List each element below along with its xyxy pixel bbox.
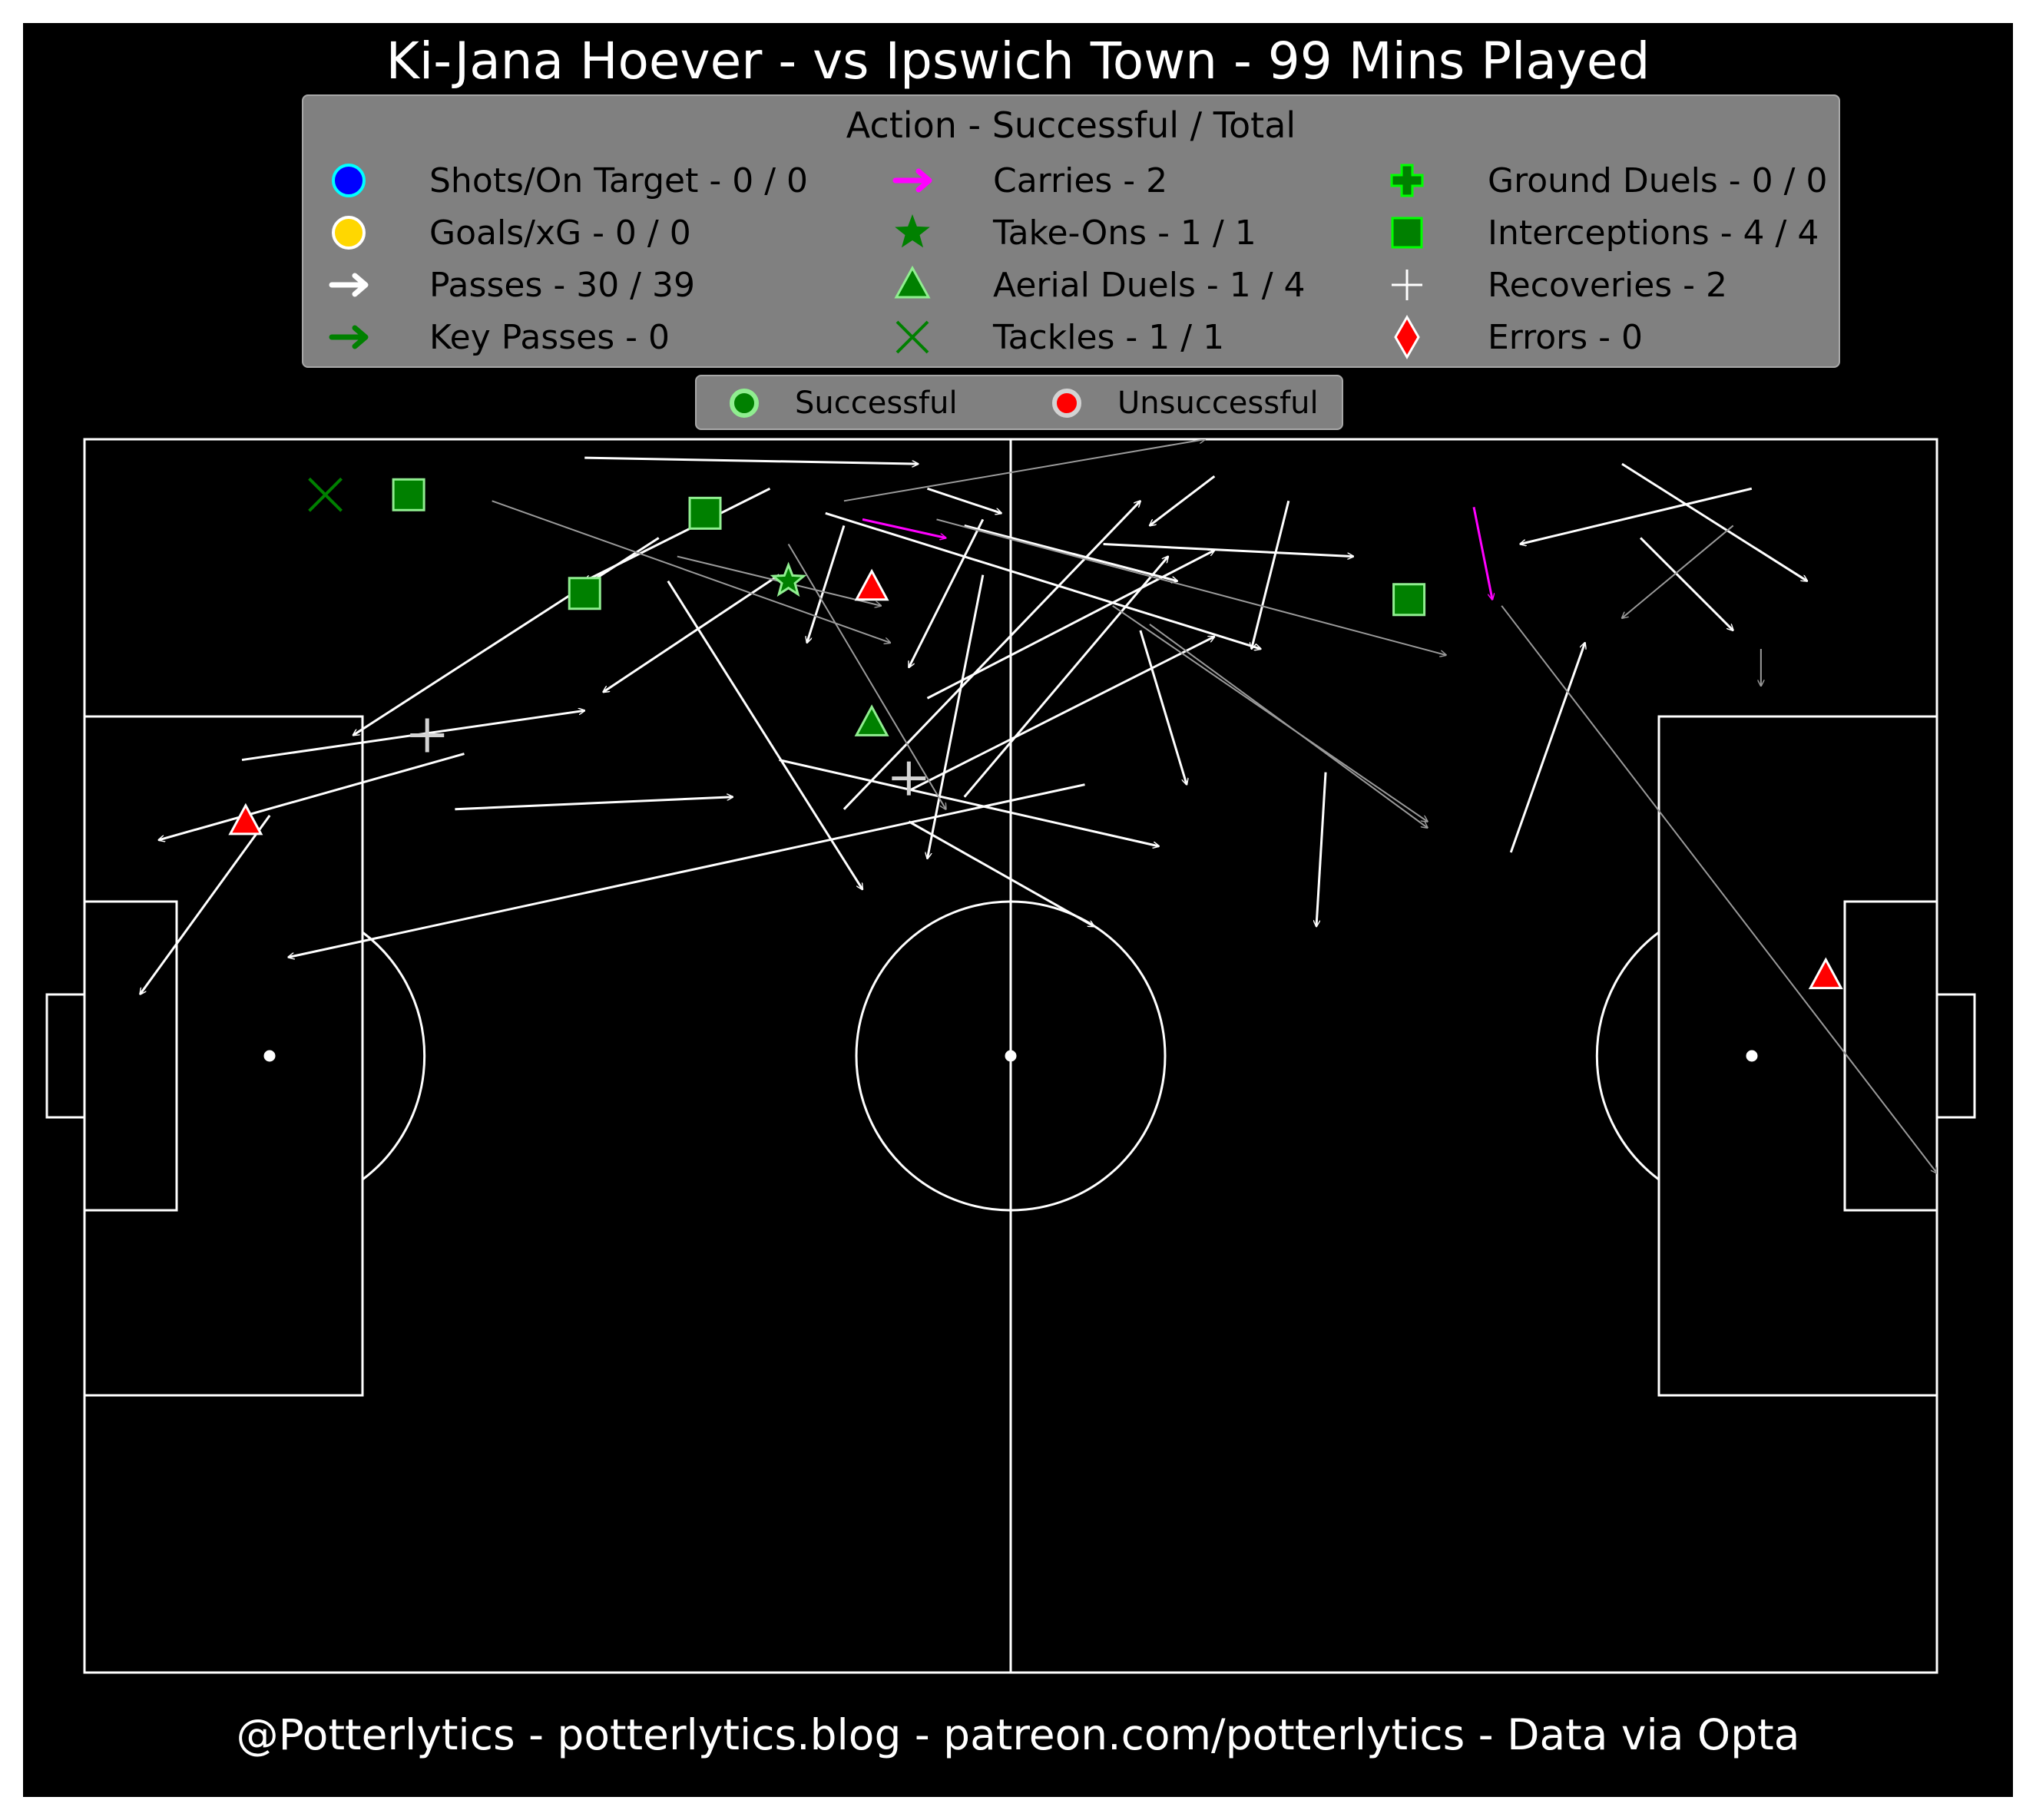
arrow-icon: [329, 325, 369, 349]
legend-item: Recoveries - 2: [1379, 262, 1727, 308]
legend-item-label: Recoveries - 2: [1488, 265, 1728, 305]
legend-item-label: Tackles - 1 / 1: [993, 317, 1225, 357]
legend-item-label: Errors - 0: [1488, 317, 1644, 357]
diamond-icon: [1394, 314, 1420, 360]
arrow-icon: [892, 168, 932, 193]
pass-arrow-successful: [927, 574, 985, 859]
legend-item-label: Key Passes - 0: [429, 317, 670, 357]
pass-arrow-successful: [455, 797, 733, 811]
status-unsuccessful: Unsuccessful: [1050, 376, 1319, 430]
pass-arrow-successful: [603, 574, 780, 693]
x-icon: [896, 320, 929, 354]
pass-arrow-successful: [140, 814, 271, 994]
pass-arrow-successful: [288, 783, 1085, 958]
arrow-icon: [329, 273, 369, 297]
events-layer: [140, 439, 1937, 1173]
square-icon: [1391, 217, 1423, 249]
pass-arrow-successful: [1103, 543, 1354, 557]
legend-item-label: Take-Ons - 1 / 1: [993, 213, 1256, 253]
legend-item: Interceptions - 4 / 4: [1379, 210, 1819, 256]
left-penalty-arc: [362, 931, 426, 1181]
pass-arrow-successful: [1252, 500, 1290, 649]
right-six-yard-box: [1843, 900, 1938, 1212]
pass-arrow-unsuccessful: [1149, 624, 1428, 828]
left-penalty-spot: [263, 1050, 276, 1062]
legend-item: Errors - 0: [1379, 314, 1643, 360]
pass-arrow-successful: [1621, 462, 1807, 581]
pass-arrow-successful: [1509, 643, 1584, 853]
legend-item: Shots/On Target - 0 / 0: [320, 157, 808, 204]
legend-item-label: Carries - 2: [993, 160, 1168, 200]
pass-arrow-successful: [779, 759, 1159, 846]
right-penalty-spot: [1746, 1050, 1758, 1062]
aerial-duel-won-marker: [854, 704, 889, 736]
pass-arrow-unsuccessful: [1501, 605, 1937, 1173]
left-penalty-area: [83, 715, 364, 1397]
pass-arrow-successful: [825, 511, 1261, 649]
pitch-markings: [45, 438, 1976, 1674]
successful-marker-icon: [730, 389, 759, 418]
left-six-yard-box: [83, 900, 178, 1212]
status-successful: Successful: [727, 376, 958, 430]
unsuccessful-marker-icon: [1052, 389, 1081, 418]
legend-item: Take-Ons - 1 / 1: [884, 210, 1256, 256]
legend-item: Goals/xG - 0 / 0: [320, 210, 691, 256]
plus-icon: [1390, 164, 1424, 197]
triangle-icon: [894, 265, 931, 299]
pass-arrow-successful: [667, 580, 862, 889]
legend-item-label: Shots/On Target - 0 / 0: [429, 160, 809, 200]
legend-item-label: Ground Duels - 0 / 0: [1488, 160, 1828, 200]
pass-arrow-successful: [1316, 772, 1327, 927]
legend-item: Passes - 30 / 39: [320, 262, 695, 308]
pass-arrow-unsuccessful: [843, 439, 1205, 502]
interception-marker: [688, 496, 722, 530]
circle-icon: [332, 216, 366, 250]
pass-arrow-unsuccessful: [1622, 524, 1734, 617]
legend-item: Carries - 2: [884, 157, 1167, 204]
pass-arrow-successful: [584, 456, 918, 464]
right-goal: [1935, 993, 1976, 1119]
carry-arrow: [1472, 507, 1492, 599]
pass-arrow-successful: [926, 487, 1001, 513]
status-successful-label: Successful: [795, 386, 958, 421]
right-penalty-area: [1657, 715, 1938, 1397]
interception-marker: [568, 577, 601, 611]
aerial-duel-lost-marker: [854, 568, 889, 601]
pass-arrow-successful: [1520, 487, 1753, 544]
status-legend: Successful Unsuccessful: [695, 375, 1343, 430]
interception-marker: [392, 478, 425, 511]
legend-item: Ground Duels - 0 / 0: [1379, 157, 1827, 204]
legend-item: Tackles - 1 / 1: [884, 314, 1224, 360]
legend-item: Aerial Duels - 1 / 4: [884, 262, 1306, 308]
centre-spot: [1005, 1050, 1017, 1062]
tackle-marker: [308, 477, 343, 512]
circle-icon: [332, 164, 366, 197]
legend-title: Action - Successful / Total: [846, 104, 1296, 146]
legend-item: Key Passes - 0: [320, 314, 670, 360]
star-icon: [895, 214, 930, 248]
right-penalty-arc: [1595, 931, 1660, 1181]
legend-item-label: Passes - 30 / 39: [429, 265, 695, 305]
chart-title: Ki-Jana Hoever - vs Ipswich Town - 99 Mi…: [386, 31, 1650, 91]
legend-item-label: Goals/xG - 0 / 0: [429, 213, 691, 253]
cross-icon: [1392, 270, 1422, 300]
take-on-marker: [770, 561, 807, 597]
legend-item-label: Interceptions - 4 / 4: [1488, 213, 1819, 253]
left-goal: [45, 993, 86, 1119]
status-unsuccessful-label: Unsuccessful: [1117, 386, 1319, 421]
recovery-marker: [410, 718, 445, 753]
pass-arrow-successful: [1640, 537, 1733, 630]
aerial-duel-lost-marker: [1808, 957, 1843, 990]
pass-arrow-successful: [158, 753, 465, 840]
interception-marker: [1392, 583, 1426, 617]
pass-arrow-successful: [1150, 475, 1216, 525]
pass-arrow-successful: [963, 557, 1168, 798]
pass-arrow-successful: [908, 820, 1094, 928]
legend-item-label: Aerial Duels - 1 / 4: [993, 265, 1306, 305]
footer-credit: @Potterlytics - potterlytics.blog - patr…: [236, 1710, 1800, 1759]
action-legend: Action - Successful / Total Shots/On Tar…: [302, 94, 1840, 368]
